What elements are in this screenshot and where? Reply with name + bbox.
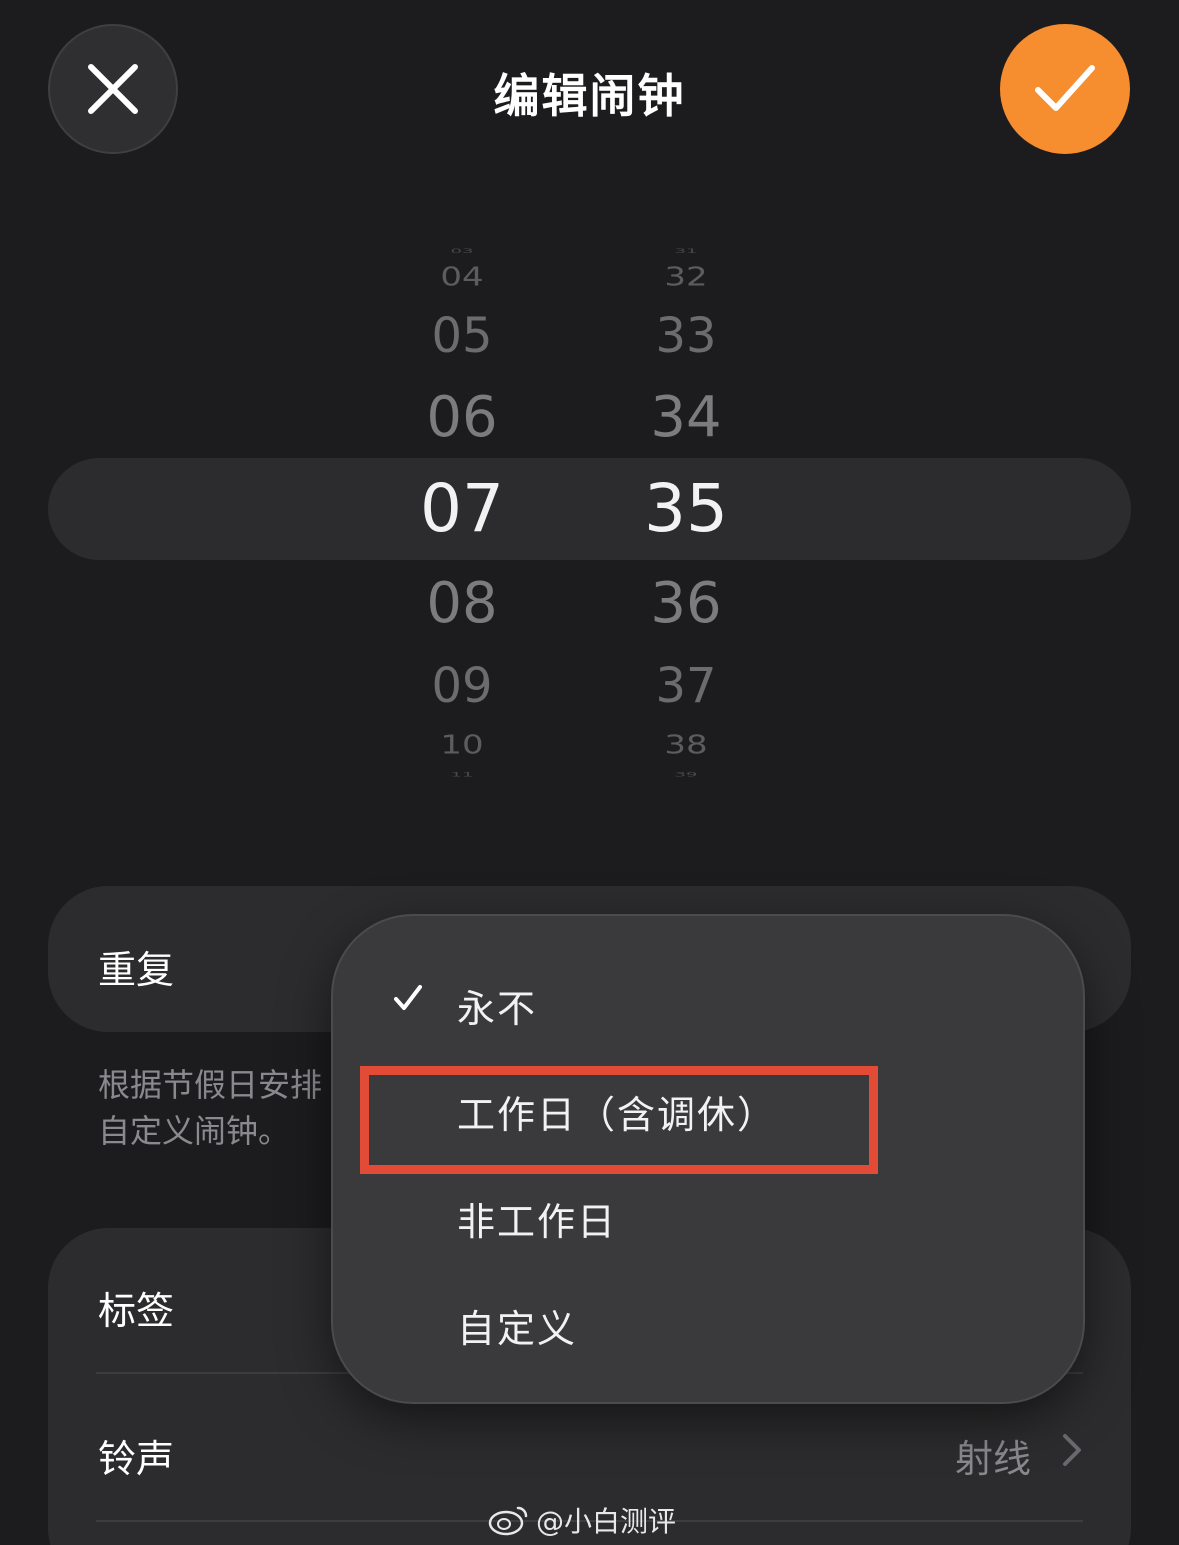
menu-item-custom[interactable]: 自定义 [457,1298,577,1353]
repeat-label: 重复 [98,948,175,992]
hour-option[interactable]: 04 [382,264,542,290]
ringtone-value[interactable]: 射线 [955,1428,1031,1483]
ringtone-row[interactable]: 铃声 [98,1428,174,1483]
selected-hour[interactable]: 07 [382,476,542,542]
label-row[interactable]: 标签 [98,1280,174,1335]
checkmark-icon [394,985,422,1010]
hour-option[interactable]: 08 [382,576,542,632]
weibo-logo-icon [488,1506,528,1536]
menu-item-non-workdays[interactable]: 非工作日 [457,1191,617,1246]
minute-option[interactable]: 33 [606,312,766,360]
hour-wheel[interactable]: 03 04 05 06 07 08 09 10 11 [382,230,542,790]
minute-option[interactable]: 37 [606,662,766,710]
hour-option[interactable]: 11 [382,772,542,778]
hour-option[interactable]: 10 [382,732,542,758]
picker-selection-band [48,458,1131,560]
minute-option[interactable]: 36 [606,576,766,632]
minute-wheel[interactable]: 31 32 33 34 35 36 37 38 39 [606,230,766,790]
watermark: @小白测评 [488,1500,676,1540]
hour-option[interactable]: 03 [382,248,542,254]
confirm-button[interactable] [1000,24,1130,154]
highlight-box [360,1066,878,1174]
hour-option[interactable]: 05 [382,312,542,360]
minute-option[interactable]: 38 [606,732,766,758]
minute-option[interactable]: 34 [606,390,766,446]
minute-option[interactable]: 31 [606,248,766,254]
hour-option[interactable]: 09 [382,662,542,710]
minute-option[interactable]: 39 [606,772,766,778]
chevron-right-icon [1063,1434,1081,1466]
menu-item-never[interactable]: 永不 [457,978,537,1033]
hour-option[interactable]: 06 [382,390,542,446]
selected-minute[interactable]: 35 [606,476,766,542]
edit-alarm-screen: 编辑闹钟 03 04 05 06 07 08 09 10 11 31 32 33… [0,0,1179,1545]
minute-option[interactable]: 32 [606,264,766,290]
checkmark-icon [1035,65,1095,111]
watermark-text: @小白测评 [536,1505,677,1538]
